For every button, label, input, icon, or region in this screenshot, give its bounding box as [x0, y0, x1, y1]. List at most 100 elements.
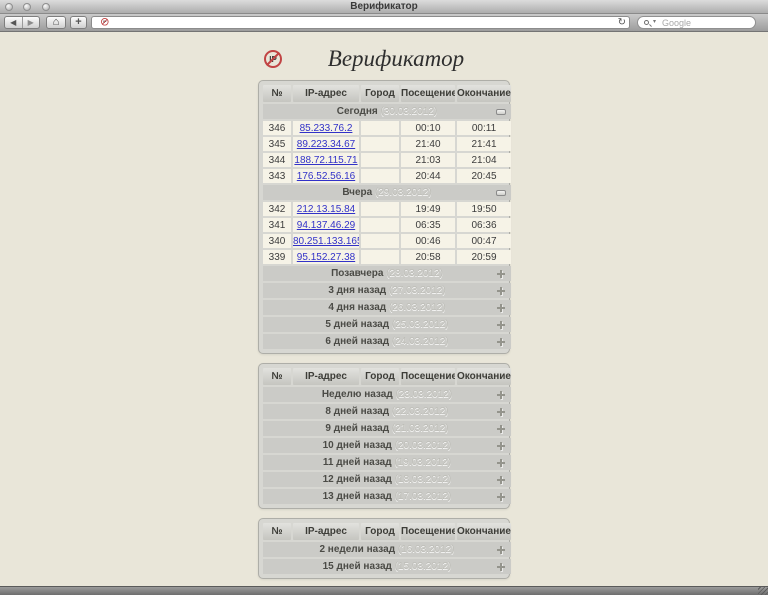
end-time: 00:47	[457, 234, 511, 248]
column-header: №	[263, 523, 291, 540]
expand-icon[interactable]	[497, 338, 505, 346]
address-bar[interactable]: IP ↻	[91, 16, 630, 29]
visit-row: 34194.137.46.2906:3506:36	[263, 218, 511, 232]
expand-icon[interactable]	[497, 476, 505, 484]
search-field[interactable]: ▾	[637, 16, 756, 29]
ip-link[interactable]: 89.223.34.67	[297, 139, 355, 150]
day-group-row[interactable]: 6 дней назад (24.03.2012)	[263, 334, 511, 349]
day-group-row[interactable]: Вчера (29.03.2012)	[263, 185, 511, 200]
visit-time: 21:40	[401, 137, 455, 151]
visit-number: 340	[263, 234, 291, 248]
day-group-label: Сегодня	[337, 106, 381, 117]
visit-time: 06:35	[401, 218, 455, 232]
resize-grip[interactable]	[758, 586, 768, 595]
day-group-date: (20.03.2012)	[395, 440, 452, 451]
minimize-window-icon[interactable]	[23, 3, 31, 11]
expand-icon[interactable]	[497, 321, 505, 329]
day-group-row[interactable]: 13 дней назад (17.03.2012)	[263, 489, 511, 504]
day-group-date: (23.03.2012)	[395, 389, 452, 400]
ip-link[interactable]: 94.137.46.29	[297, 220, 355, 231]
visits-table: №IP-адресГородПосещениеОкончание2 недели…	[258, 518, 510, 579]
day-group-date: (27.03.2012)	[389, 285, 446, 296]
city-cell	[361, 250, 399, 264]
expand-icon[interactable]	[497, 563, 505, 571]
ip-link[interactable]: 95.152.27.38	[297, 252, 355, 263]
day-group-label: 12 дней назад	[323, 474, 395, 485]
day-group-row[interactable]: 2 недели назад (16.03.2012)	[263, 542, 511, 557]
day-group-row[interactable]: Неделю назад (23.03.2012)	[263, 387, 511, 402]
column-header: Посещение	[401, 368, 455, 385]
end-time: 00:11	[457, 121, 511, 135]
ip-link[interactable]: 80.251.133.165	[293, 236, 359, 247]
expand-icon[interactable]	[497, 546, 505, 554]
visit-number: 341	[263, 218, 291, 232]
forward-icon[interactable]: ▶	[22, 17, 40, 28]
column-header: Окончание	[457, 368, 511, 385]
day-group-label: 8 дней назад	[325, 406, 391, 417]
plus-icon: +	[75, 16, 81, 28]
day-group-label: Вчера	[342, 187, 375, 198]
day-group-label: 10 дней назад	[323, 440, 395, 451]
window-bottom-bar	[0, 586, 768, 595]
expand-icon[interactable]	[497, 270, 505, 278]
visit-number: 346	[263, 121, 291, 135]
ip-link[interactable]: 212.13.15.84	[297, 204, 355, 215]
expand-icon[interactable]	[497, 391, 505, 399]
logo-text: IP	[266, 55, 280, 64]
home-button[interactable]: ⌂	[46, 16, 66, 29]
day-group-date: (19.03.2012)	[394, 457, 451, 468]
city-cell	[361, 153, 399, 167]
column-header: Посещение	[401, 85, 455, 102]
table-header-row: №IP-адресГородПосещениеОкончание	[263, 368, 511, 385]
city-cell	[361, 218, 399, 232]
city-cell	[361, 169, 399, 183]
ip-link[interactable]: 85.233.76.2	[300, 123, 353, 134]
day-group-row[interactable]: 12 дней назад (18.03.2012)	[263, 472, 511, 487]
day-group-date: (26.03.2012)	[389, 302, 446, 313]
address-input[interactable]	[108, 17, 603, 28]
visit-time: 21:03	[401, 153, 455, 167]
day-group-date: (17.03.2012)	[395, 491, 452, 502]
day-group-date: (30.03.2012)	[381, 106, 438, 117]
day-group-label: 9 дней назад	[325, 423, 391, 434]
day-group-row[interactable]: 5 дней назад (25.03.2012)	[263, 317, 511, 332]
history-buttons: ◀ ▶	[4, 16, 40, 29]
ip-link[interactable]: 176.52.56.16	[297, 171, 355, 182]
search-input[interactable]	[662, 18, 750, 28]
day-group-label: 11 дней назад	[323, 457, 394, 468]
day-group-row[interactable]: 3 дня назад (27.03.2012)	[263, 283, 511, 298]
collapse-icon[interactable]	[496, 109, 506, 115]
day-group-row[interactable]: 10 дней назад (20.03.2012)	[263, 438, 511, 453]
day-group-date: (29.03.2012)	[375, 187, 432, 198]
close-window-icon[interactable]	[5, 3, 13, 11]
collapse-icon[interactable]	[496, 190, 506, 196]
day-group-row[interactable]: 8 дней назад (22.03.2012)	[263, 404, 511, 419]
expand-icon[interactable]	[497, 459, 505, 467]
ip-link[interactable]: 188.72.115.71	[294, 155, 357, 166]
end-time: 21:04	[457, 153, 511, 167]
visit-number: 343	[263, 169, 291, 183]
day-group-row[interactable]: 15 дней назад (15.03.2012)	[263, 559, 511, 574]
day-group-row[interactable]: 4 дня назад (26.03.2012)	[263, 300, 511, 315]
day-group-row[interactable]: Позавчера (28.03.2012)	[263, 266, 511, 281]
expand-icon[interactable]	[497, 442, 505, 450]
expand-icon[interactable]	[497, 287, 505, 295]
expand-icon[interactable]	[497, 304, 505, 312]
zoom-window-icon[interactable]	[42, 3, 50, 11]
day-group-row[interactable]: Сегодня (30.03.2012)	[263, 104, 511, 119]
search-dropdown-icon[interactable]: ▾	[653, 18, 656, 25]
expand-icon[interactable]	[497, 425, 505, 433]
visit-number: 345	[263, 137, 291, 151]
expand-icon[interactable]	[497, 408, 505, 416]
day-group-date: (28.03.2012)	[386, 268, 443, 279]
expand-icon[interactable]	[497, 493, 505, 501]
visit-row: 33995.152.27.3820:5820:59	[263, 250, 511, 264]
city-cell	[361, 121, 399, 135]
visit-time: 19:49	[401, 202, 455, 216]
new-tab-button[interactable]: +	[70, 16, 87, 29]
day-group-row[interactable]: 9 дней назад (21.03.2012)	[263, 421, 511, 436]
day-group-label: Позавчера	[331, 268, 386, 279]
back-icon[interactable]: ◀	[5, 17, 22, 28]
day-group-row[interactable]: 11 дней назад (19.03.2012)	[263, 455, 511, 470]
reload-icon[interactable]: ↻	[618, 17, 626, 28]
